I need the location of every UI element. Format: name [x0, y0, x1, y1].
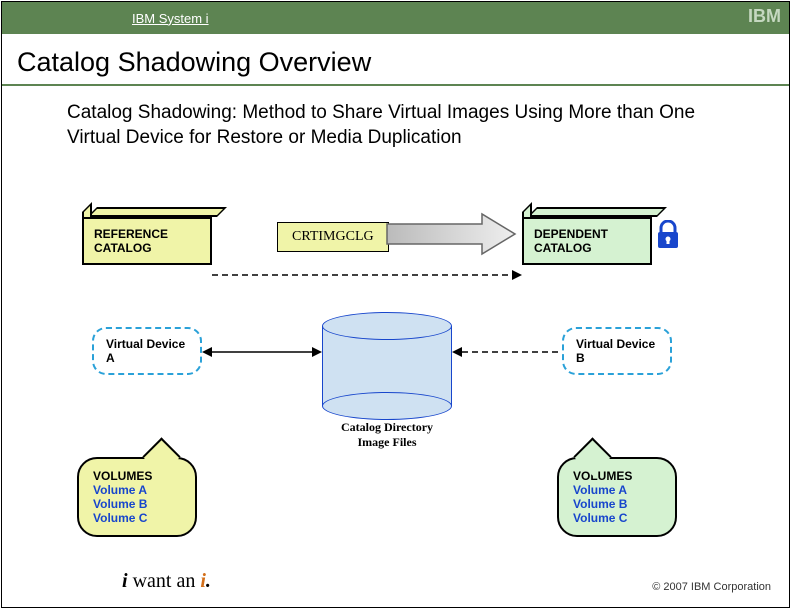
page-title: Catalog Shadowing Overview [2, 34, 789, 86]
lock-icon [654, 220, 682, 257]
command-box: CRTIMGCLG [277, 222, 389, 252]
cylinder-label: Catalog Directory Image Files [332, 420, 442, 450]
tagline-want: want [133, 570, 172, 592]
volumes-left-header: VOLUMES [93, 469, 181, 483]
tagline-i: i [122, 570, 128, 592]
arrow-devA-cyl [202, 342, 322, 362]
volumes-left-item: Volume A [93, 483, 181, 497]
reference-catalog-label: REFERENCE CATALOG [82, 217, 212, 265]
tagline-dot: . [206, 570, 211, 592]
slide: IBM System i IBM Catalog Shadowing Overv… [1, 1, 790, 608]
volumes-right-item: Volume A [573, 483, 661, 497]
tagline-an: an [176, 570, 195, 592]
dependent-catalog-label: DEPENDENT CATALOG [522, 217, 652, 265]
cylinder-icon [322, 312, 452, 412]
dashed-ref-dep [212, 267, 522, 297]
tagline: i want an i. [122, 570, 211, 593]
volumes-right: VOLUMES Volume A Volume B Volume C [557, 457, 677, 537]
arrow-cmd-to-dep [387, 212, 517, 257]
virtual-device-a: Virtual Device A [92, 327, 202, 375]
volumes-right-item: Volume B [573, 497, 661, 511]
ibm-logo: IBM [748, 6, 781, 27]
arrow-devB-cyl [452, 342, 562, 362]
diagram: REFERENCE CATALOG CRTIMGCLG DEPENDENT CA… [2, 182, 791, 542]
volumes-left-item: Volume B [93, 497, 181, 511]
volumes-right-item: Volume C [573, 511, 661, 525]
virtual-device-b: Virtual Device B [562, 327, 672, 375]
footer: i want an i. © 2007 IBM Corporation [2, 563, 791, 603]
volumes-right-header: VOLUMES [573, 469, 661, 483]
volumes-left-item: Volume C [93, 511, 181, 525]
subtitle: Catalog Shadowing: Method to Share Virtu… [2, 96, 789, 150]
volumes-left: VOLUMES Volume A Volume B Volume C [77, 457, 197, 537]
product-name: IBM System i [132, 11, 209, 26]
copyright: © 2007 IBM Corporation [652, 581, 771, 593]
title-bar: IBM System i IBM [2, 2, 789, 34]
